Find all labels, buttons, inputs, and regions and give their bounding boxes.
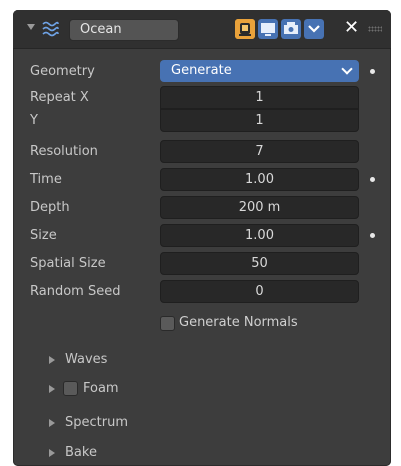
keyframe-dot-icon[interactable] bbox=[370, 233, 375, 238]
size-field[interactable]: 1.00 bbox=[160, 224, 359, 247]
random-seed-field[interactable]: 0 bbox=[160, 280, 359, 303]
expand-triangle-icon bbox=[49, 419, 55, 427]
dropdown-icon[interactable] bbox=[304, 19, 324, 39]
modifier-header: Ocean ✕ bbox=[13, 10, 391, 49]
repeat-y-row: Y 1 bbox=[13, 109, 391, 133]
modifier-name-field[interactable]: Ocean bbox=[69, 19, 179, 41]
subpanel-label: Spectrum bbox=[65, 415, 128, 430]
subpanel-spectrum[interactable]: Spectrum bbox=[13, 410, 391, 436]
depth-field[interactable]: 200 m bbox=[160, 196, 359, 219]
ocean-modifier-panel: Ocean ✕ Geometry Generate Repeat X 1 Y 1… bbox=[13, 10, 391, 466]
repeat-y-field[interactable]: 1 bbox=[160, 109, 359, 132]
size-row: Size 1.00 bbox=[13, 224, 391, 248]
repeat-x-row: Repeat X 1 bbox=[13, 86, 391, 110]
resolution-row: Resolution 7 bbox=[13, 140, 391, 164]
edit-mode-icon[interactable] bbox=[235, 19, 255, 39]
time-label: Time bbox=[30, 172, 62, 187]
keyframe-dot-icon[interactable] bbox=[370, 69, 375, 74]
subpanel-bake[interactable]: Bake bbox=[13, 440, 391, 466]
keyframe-dot-icon[interactable] bbox=[370, 177, 375, 182]
time-field[interactable]: 1.00 bbox=[160, 168, 359, 191]
subpanel-foam[interactable]: Foam bbox=[13, 376, 391, 402]
expand-arrow-icon[interactable] bbox=[27, 24, 35, 30]
viewport-display-icon[interactable] bbox=[258, 19, 278, 39]
depth-row: Depth 200 m bbox=[13, 196, 391, 220]
repeat-x-field[interactable]: 1 bbox=[160, 86, 359, 109]
expand-triangle-icon bbox=[49, 385, 55, 393]
geometry-label: Geometry bbox=[30, 64, 95, 79]
close-icon[interactable]: ✕ bbox=[344, 18, 359, 38]
expand-triangle-icon bbox=[49, 449, 55, 457]
drag-handle-icon[interactable] bbox=[368, 26, 382, 32]
spatial-size-row: Spatial Size 50 bbox=[13, 252, 391, 276]
ocean-modifier-icon bbox=[42, 21, 59, 37]
expand-triangle-icon bbox=[49, 356, 55, 364]
random-seed-label: Random Seed bbox=[30, 284, 121, 299]
spatial-size-field[interactable]: 50 bbox=[160, 252, 359, 275]
geometry-select[interactable]: Generate bbox=[160, 60, 359, 82]
chevron-down-icon bbox=[341, 63, 353, 75]
repeat-y-label: Y bbox=[30, 113, 38, 128]
subpanel-label: Bake bbox=[65, 445, 97, 460]
generate-normals-checkbox[interactable] bbox=[160, 316, 175, 331]
subpanel-waves[interactable]: Waves bbox=[13, 347, 391, 373]
foam-checkbox[interactable] bbox=[63, 381, 78, 396]
random-seed-row: Random Seed 0 bbox=[13, 280, 391, 304]
geometry-value: Generate bbox=[171, 63, 232, 78]
depth-label: Depth bbox=[30, 200, 70, 215]
resolution-field[interactable]: 7 bbox=[160, 140, 359, 163]
generate-normals-label: Generate Normals bbox=[179, 315, 298, 330]
size-label: Size bbox=[30, 228, 57, 243]
spatial-size-label: Spatial Size bbox=[30, 256, 106, 271]
geometry-row: Geometry Generate bbox=[13, 60, 391, 84]
render-display-icon[interactable] bbox=[281, 19, 301, 39]
time-row: Time 1.00 bbox=[13, 168, 391, 192]
resolution-label: Resolution bbox=[30, 144, 98, 159]
subpanel-label: Waves bbox=[65, 352, 108, 367]
subpanel-label: Foam bbox=[83, 381, 119, 396]
repeat-x-label: Repeat X bbox=[30, 90, 89, 105]
